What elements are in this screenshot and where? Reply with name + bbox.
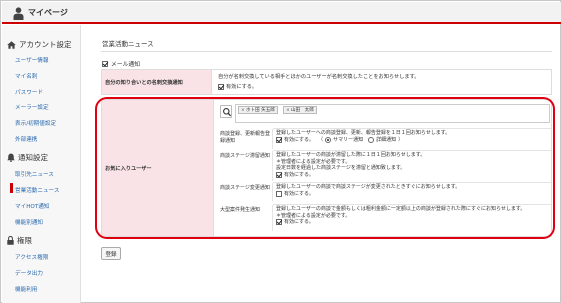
user-tag[interactable]: × 山田 太郎	[283, 106, 317, 114]
active-indicator	[10, 183, 13, 193]
user-tag[interactable]: × ホト田 矢五郎	[238, 106, 278, 114]
stage-change-notify-label: 商談ステージ変更通知	[220, 185, 270, 191]
sidebar-heading-account: アカウント設定	[19, 40, 72, 49]
detail-radio[interactable]	[368, 136, 375, 143]
exchange-notify-row: 自分の知り合いとの名刺交換通知 自分が名刺交換している相手とほかのユーザーが名刺…	[101, 69, 552, 95]
page-title: マイページ	[28, 8, 68, 17]
bell-icon	[7, 153, 15, 162]
description-line: 設定日数を経過した商談ステージを滞留と通知致します。	[276, 165, 406, 172]
person-icon	[13, 7, 24, 20]
deal-registration-notify-label: 商談登録、更新報告登録通知	[220, 131, 271, 144]
register-button[interactable]: 登録	[101, 247, 121, 260]
sidebar-item-data-export[interactable]: データ出力	[15, 269, 43, 277]
description-line: 登録したユーザーの商談で金額もしくは粗利金額に一定額以上の商談が登録された際にす…	[276, 206, 526, 212]
sidebar-item-my-hot[interactable]: マイHOT通知	[15, 202, 49, 210]
exchange-notify-checkbox[interactable]	[218, 83, 224, 90]
enable-option: 有効にする。	[276, 219, 551, 226]
checkbox-label: 有効にする。	[284, 219, 315, 226]
deal-registration-notify-row: 商談登録、更新報告登録通知 登録したユーザーへの商談登録、更新、報告登録を１日１…	[220, 128, 551, 149]
divider	[101, 51, 552, 52]
stage-change-notify-content: 登録したユーザーの商談で商談ステージが変更されたときすぐにお知らせします。 有効…	[273, 183, 551, 197]
checkbox-label: 有効にする。	[284, 190, 315, 197]
large-deal-notify-row: 大型案件発生通知 登録したユーザーの商談で金額もしくは粗利金額に一定額以上の商談…	[220, 204, 551, 231]
window: マイページ アカウント設定 ユーザー情報 マイ名刺 パスワード メーラー設定 表…	[0, 0, 561, 303]
stage-stagnation-notify-row: 商談ステージ滞留通知 登録したユーザーの商談が滞留した際に１日１回お知らせします…	[220, 150, 551, 181]
sidebar-item-user-info[interactable]: ユーザー情報	[15, 56, 48, 64]
user-tag-label: ホト田 矢五郎	[245, 108, 275, 113]
mail-notify-option[interactable]: メール通知	[102, 59, 140, 68]
header-bar: マイページ	[2, 2, 561, 24]
sidebar-item-access[interactable]: アクセス権限	[15, 253, 48, 261]
sidebar-item-feature-notify[interactable]: 機能別通知	[15, 218, 43, 226]
summary-radio-label: サマリー通知	[333, 136, 364, 143]
large-deal-notify-label: 大型案件発生通知	[220, 207, 261, 213]
stage-change-notify-row: 商談ステージ変更通知 登録したユーザーの商談で商談ステージが変更されたときすぐに…	[220, 182, 551, 201]
exchange-notify-description: 自分が名刺交換している相手とほかのユーザーが名刺交換したことをお知らせします。	[218, 74, 420, 80]
enable-option: 有効にする。	[276, 172, 551, 179]
cell-divider	[272, 183, 273, 201]
enable-option: 有効にする。	[276, 191, 551, 198]
sidebar-item-mailer[interactable]: メーラー設定	[15, 103, 49, 111]
stage-stagnation-checkbox[interactable]	[276, 172, 282, 179]
section-title: 営業活動ニュース	[102, 40, 154, 48]
open-paren: （	[318, 136, 324, 143]
sidebar-heading-notifications: 通知設定	[18, 153, 48, 162]
house-icon	[7, 40, 16, 49]
exchange-notify-enable[interactable]: 有効にする。	[218, 83, 257, 90]
sidebar-item-feature-use[interactable]: 機能利用	[15, 285, 37, 293]
summary-radio[interactable]	[325, 136, 332, 143]
user-search-button[interactable]	[220, 105, 232, 118]
sidebar: アカウント設定 ユーザー情報 マイ名刺 パスワード メーラー設定 表示/初期値設…	[2, 25, 81, 303]
mail-notify-checkbox[interactable]	[102, 60, 108, 67]
sidebar-item-my-card[interactable]: マイ名刺	[15, 72, 37, 80]
sidebar-section-account: アカウント設定	[7, 39, 72, 50]
description-line: 登録したユーザーの商談が滞留した際に１日１回お知らせします。	[276, 152, 426, 158]
lock-icon	[7, 236, 14, 245]
large-deal-notify-content: 登録したユーザーの商談で金額もしくは粗利金額に一定額以上の商談が登録された際にす…	[273, 205, 551, 226]
sidebar-section-notifications: 通知設定	[7, 152, 48, 163]
remove-tag-icon[interactable]: ×	[286, 108, 290, 113]
large-deal-checkbox[interactable]	[276, 219, 282, 226]
cell-divider	[272, 129, 273, 149]
sidebar-item-external[interactable]: 外部連携	[15, 135, 37, 143]
description-line: 登録したユーザーの商談で商談ステージが変更されたときすぐにお知らせします。	[276, 184, 461, 190]
remove-tag-icon[interactable]: ×	[241, 108, 245, 113]
description-line: 登録したユーザーへの商談登録、更新、報告登録を１日１回お知らせします。	[276, 130, 451, 136]
sidebar-item-display-settings[interactable]: 表示/初期値設定	[15, 119, 56, 127]
exchange-notify-label: 自分の知り合いとの名刺交換通知	[102, 70, 212, 94]
sidebar-item-client-news[interactable]: 取引先ニュース	[15, 170, 54, 178]
close-paren: ）	[398, 136, 404, 143]
sidebar-section-permissions: 権限	[7, 235, 32, 246]
stage-stagnation-notify-label: 商談ステージ滞留通知	[220, 153, 270, 159]
stage-change-checkbox[interactable]	[276, 190, 282, 197]
deal-registration-checkbox[interactable]	[276, 136, 282, 143]
cell-divider	[272, 151, 273, 181]
enable-options: 有効にする。 （ サマリー通知 詳細通知 ）	[276, 137, 551, 144]
mail-notify-label: メール通知	[111, 62, 140, 68]
description-line: ＊管理者による設定が必要です。	[276, 212, 351, 219]
checkbox-label: 有効にする。	[284, 171, 315, 178]
exchange-notify-checkbox-label: 有効にする。	[226, 84, 258, 90]
search-icon	[223, 108, 232, 117]
sidebar-item-sales-news[interactable]: 営業活動ニュース	[15, 186, 59, 194]
deal-registration-notify-content: 登録したユーザーへの商談登録、更新、報告登録を１日１回お知らせします。 有効にす…	[273, 129, 551, 143]
stage-stagnation-notify-content: 登録したユーザーの商談が滞留した際に１日１回お知らせします。 ＊管理者による設定…	[273, 151, 551, 179]
sidebar-item-password[interactable]: パスワード	[15, 88, 43, 96]
checkbox-label: 有効にする。	[284, 136, 315, 143]
sidebar-heading-permissions: 権限	[17, 236, 32, 245]
detail-radio-label: 詳細通知	[376, 136, 397, 143]
favorite-users-label: お気に入りユーザー	[102, 100, 214, 236]
favorite-users-section: お気に入りユーザー × ホト田 矢五郎 × 山田 太郎 商談登録、更新報告登録通…	[101, 99, 552, 237]
user-tag-label: 山田 太郎	[290, 108, 314, 113]
cell-divider	[272, 205, 273, 231]
